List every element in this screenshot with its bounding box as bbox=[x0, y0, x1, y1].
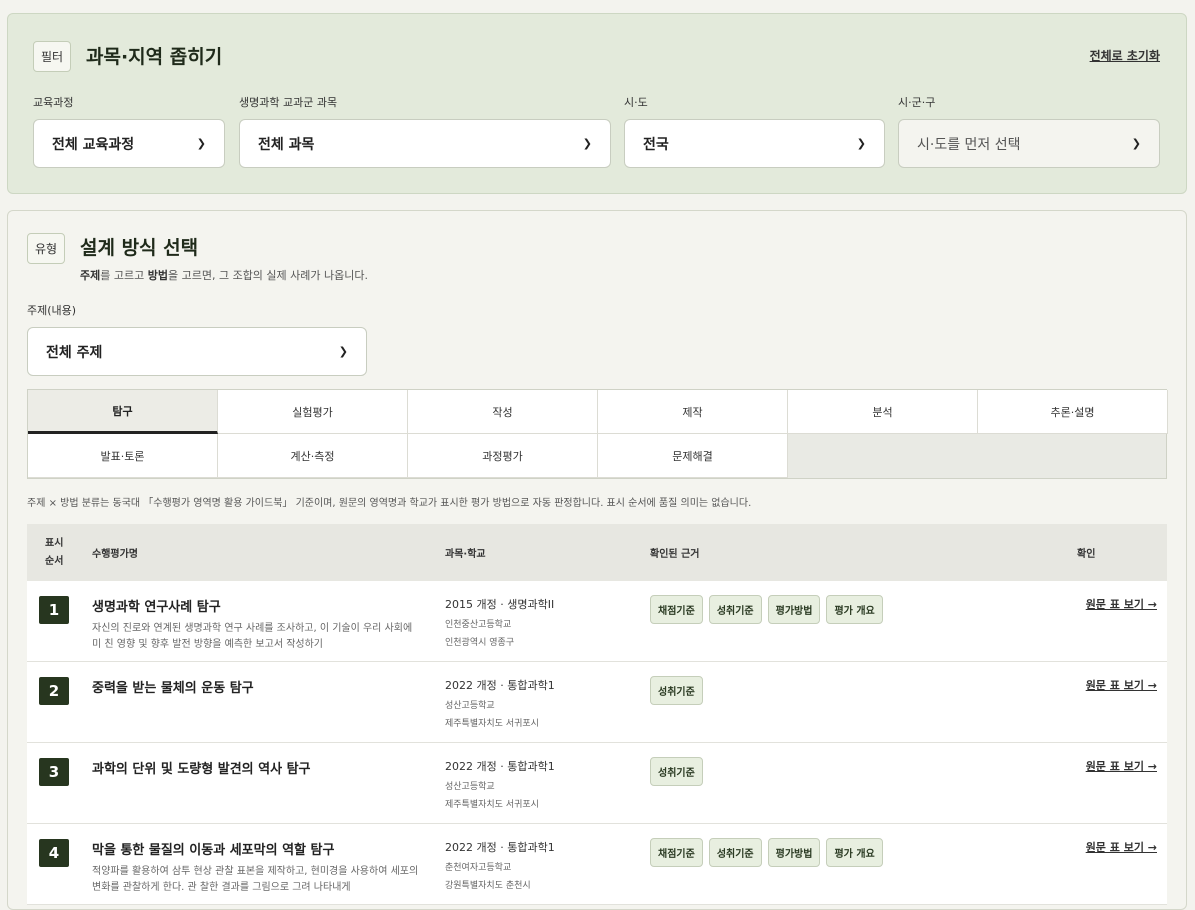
school-region: 제주특별자치도 서귀포시 bbox=[445, 800, 539, 810]
design-subtitle: 주제를 고르고 방법을 고르면, 그 조합의 실제 사례가 나옵니다. bbox=[80, 269, 368, 282]
subject-select[interactable]: 전체 과목 ❯ bbox=[239, 119, 611, 168]
chevron-down-icon: ❯ bbox=[856, 137, 866, 150]
school-name: 성산고등학교 bbox=[445, 782, 495, 792]
evidence-badge: 채점기준 bbox=[650, 595, 703, 624]
evidence-badge: 성취기준 bbox=[708, 838, 762, 867]
curriculum-value: 전체 교육과정 bbox=[52, 136, 135, 153]
course-name: 2015 개정 · 생명과학II bbox=[445, 598, 555, 611]
design-tag: 유형 bbox=[27, 233, 66, 264]
chevron-down-icon: ❯ bbox=[196, 137, 206, 150]
school-name: 인천중산고등학교 bbox=[445, 620, 512, 630]
evidence-badges: 성취기준 bbox=[650, 757, 703, 786]
course-name: 2022 개정 · 통합과학1 bbox=[445, 679, 555, 692]
district-select[interactable]: 시·도를 먼저 선택 ❯ bbox=[898, 119, 1160, 168]
method-tab-making[interactable]: 제작 bbox=[598, 390, 788, 434]
method-tab-presentation[interactable]: 발표·토론 bbox=[28, 434, 218, 478]
method-tabs: 탐구 실험평가 작성 제작 분석 추론·설명 발표·토론 계산·측정 과정평가 … bbox=[27, 389, 1168, 479]
evidence-badges: 성취기준 bbox=[650, 676, 703, 705]
order-number: 2 bbox=[39, 677, 69, 705]
school-name: 춘천여자고등학교 bbox=[445, 863, 512, 873]
chevron-down-icon: ❯ bbox=[582, 137, 592, 150]
district-label: 시·군·구 bbox=[898, 96, 936, 109]
district-value: 시·도를 먼저 선택 bbox=[917, 136, 1021, 153]
assessment-title: 생명과학 연구사례 탐구 bbox=[92, 600, 221, 615]
evidence-badge: 성취기준 bbox=[650, 676, 703, 705]
chevron-down-icon: ❯ bbox=[338, 345, 348, 358]
evidence-badge: 평가방법 bbox=[767, 838, 821, 867]
assessment-title: 막을 통한 물질의 이동과 세포막의 역할 탐구 bbox=[92, 843, 335, 858]
assessment-desc: 적양파를 활용하여 삼투 현상 관찰 표본을 제작하고, 현미경을 사용하여 세… bbox=[92, 866, 419, 893]
assessment-desc: 자신의 진로와 연계된 생명과학 연구 사례를 조사하고, 이 기술이 우리 사… bbox=[92, 623, 413, 650]
topic-value: 전체 주제 bbox=[46, 344, 103, 361]
topic-label: 주제(내용) bbox=[27, 304, 77, 317]
assessment-title: 과학의 단위 및 도량형 발견의 역사 탐구 bbox=[92, 762, 311, 777]
filter-title: 과목·지역 좁히기 bbox=[86, 46, 223, 68]
reset-link[interactable]: 전체로 초기화 bbox=[1090, 47, 1160, 64]
evidence-badge: 평가 개요 bbox=[826, 838, 883, 867]
school-region: 제주특별자치도 서귀포시 bbox=[445, 719, 539, 729]
method-tab-inquiry[interactable]: 탐구 bbox=[28, 390, 218, 434]
province-select[interactable]: 전국 ❯ bbox=[624, 119, 885, 168]
topic-select[interactable]: 전체 주제 ❯ bbox=[27, 327, 367, 376]
evidence-badges: 채점기준 성취기준 평가방법 평가 개요 bbox=[650, 595, 883, 624]
order-number: 4 bbox=[39, 839, 69, 867]
chevron-down-icon: ❯ bbox=[1131, 137, 1141, 150]
subject-value: 전체 과목 bbox=[258, 136, 315, 153]
filter-panel: 필터 과목·지역 좁히기 전체로 초기화 교육과정 전체 교육과정 ❯ 생명과학 … bbox=[7, 13, 1187, 194]
evidence-badge: 성취기준 bbox=[650, 757, 703, 786]
order-number: 3 bbox=[39, 758, 69, 786]
view-source-link[interactable]: 원문 표 보기 → bbox=[1086, 677, 1157, 693]
curriculum-label: 교육과정 bbox=[33, 96, 74, 109]
results-table: 표시 순서 수행평가명 과목·학교 확인된 근거 확인 1 생명과학 연구사례 … bbox=[27, 524, 1167, 905]
table-row: 1 생명과학 연구사례 탐구 자신의 진로와 연계된 생명과학 연구 사례를 조… bbox=[27, 581, 1167, 662]
header-evidence: 확인된 근거 bbox=[650, 549, 700, 560]
evidence-badges: 채점기준 성취기준 평가방법 평가 개요 bbox=[650, 838, 883, 867]
header-course: 과목·학교 bbox=[445, 549, 486, 560]
evidence-badge: 평가방법 bbox=[767, 595, 821, 624]
school-name: 성산고등학교 bbox=[445, 701, 495, 711]
method-tab-experiment[interactable]: 실험평가 bbox=[218, 390, 408, 434]
header-confirm: 확인 bbox=[1077, 549, 1096, 560]
order-number: 1 bbox=[39, 596, 69, 624]
course-name: 2022 개정 · 통합과학1 bbox=[445, 841, 555, 854]
method-tab-reasoning[interactable]: 추론·설명 bbox=[978, 390, 1168, 434]
evidence-badge: 평가 개요 bbox=[826, 595, 883, 624]
header-order: 표시 순서 bbox=[45, 537, 64, 567]
method-tab-process[interactable]: 과정평가 bbox=[408, 434, 598, 478]
school-region: 강원특별자치도 춘천시 bbox=[445, 881, 531, 891]
header-name: 수행평가명 bbox=[92, 549, 138, 560]
evidence-badge: 채점기준 bbox=[650, 838, 703, 867]
course-name: 2022 개정 · 통합과학1 bbox=[445, 760, 555, 773]
assessment-title: 중력을 받는 물체의 운동 탐구 bbox=[92, 681, 254, 696]
view-source-link[interactable]: 원문 표 보기 → bbox=[1086, 596, 1157, 612]
school-region: 인천광역시 영종구 bbox=[445, 638, 515, 648]
design-panel: 유형 설계 방식 선택 주제를 고르고 방법을 고르면, 그 조합의 실제 사례… bbox=[7, 210, 1187, 910]
method-tab-writing[interactable]: 작성 bbox=[408, 390, 598, 434]
method-tab-problem-solving[interactable]: 문제해결 bbox=[598, 434, 788, 478]
method-tab-measurement[interactable]: 계산·측정 bbox=[218, 434, 408, 478]
classification-footnote: 주제 × 방법 분류는 동국대 「수행평가 영역명 활용 가이드북」 기준이며,… bbox=[27, 498, 752, 509]
table-header: 표시 순서 수행평가명 과목·학교 확인된 근거 확인 bbox=[27, 524, 1167, 581]
filter-tag: 필터 bbox=[33, 41, 72, 72]
design-title: 설계 방식 선택 bbox=[80, 237, 199, 259]
method-tab-analysis[interactable]: 분석 bbox=[788, 390, 978, 434]
table-row: 3 과학의 단위 및 도량형 발견의 역사 탐구 2022 개정 · 통합과학1… bbox=[27, 743, 1167, 824]
view-source-link[interactable]: 원문 표 보기 → bbox=[1086, 758, 1157, 774]
view-source-link[interactable]: 원문 표 보기 → bbox=[1086, 839, 1157, 855]
subject-label: 생명과학 교과군 과목 bbox=[239, 96, 338, 109]
province-label: 시·도 bbox=[624, 96, 648, 109]
province-value: 전국 bbox=[643, 136, 669, 153]
evidence-badge: 성취기준 bbox=[708, 595, 762, 624]
curriculum-select[interactable]: 전체 교육과정 ❯ bbox=[33, 119, 225, 168]
table-row: 4 막을 통한 물질의 이동과 세포막의 역할 탐구 적양파를 활용하여 삼투 … bbox=[27, 824, 1167, 905]
table-row: 2 중력을 받는 물체의 운동 탐구 2022 개정 · 통합과학1 성산고등학… bbox=[27, 662, 1167, 743]
